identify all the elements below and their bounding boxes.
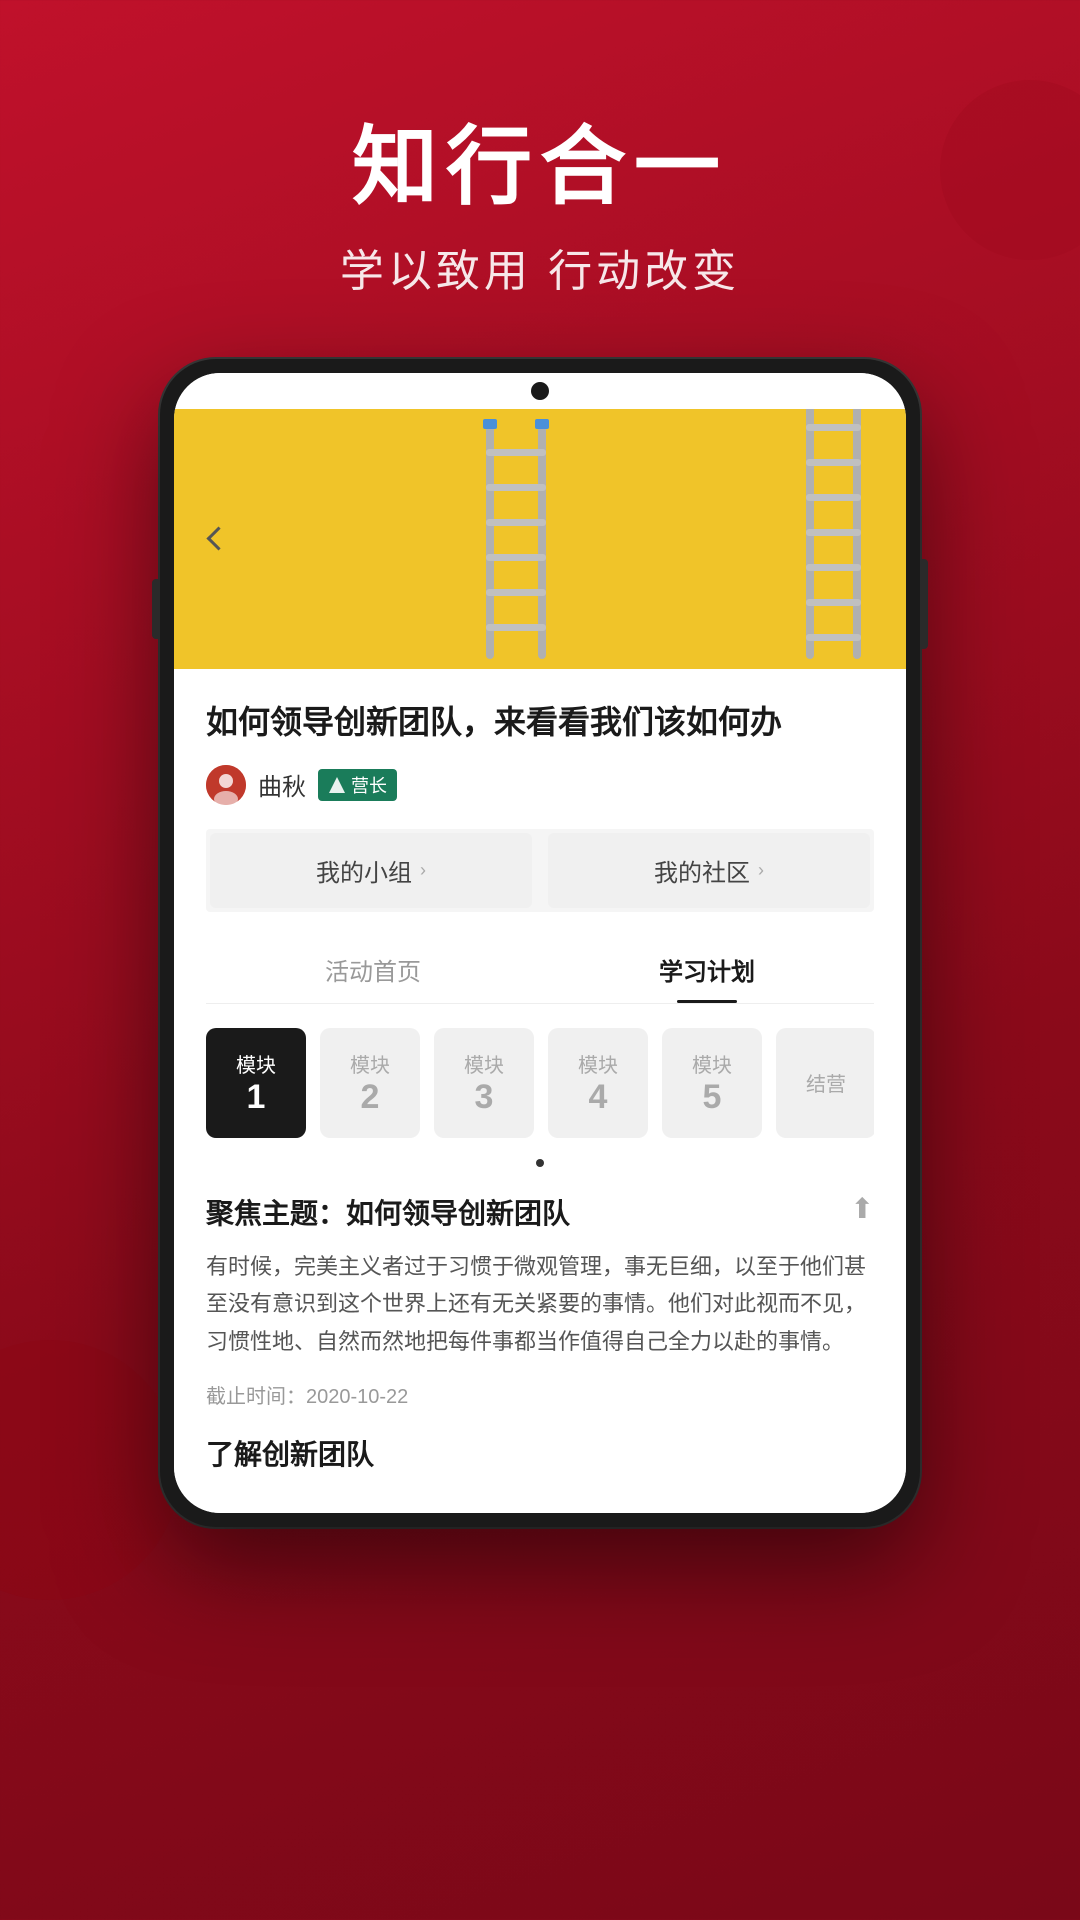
phone-wrapper: 如何领导创新团队，来看看我们该如何办 曲秋	[0, 359, 1080, 1528]
module-num-2: 2	[361, 1078, 380, 1117]
module-card-2[interactable]: 模块 2	[320, 1028, 420, 1138]
tab-study-plan-label: 学习计划	[659, 959, 755, 986]
ladder-right-icon	[801, 409, 866, 659]
ladder-left-icon	[481, 419, 551, 659]
my-group-button[interactable]: 我的小组 ›	[210, 833, 532, 908]
module-card-1[interactable]: 模块 1	[206, 1028, 306, 1138]
section-header: 聚焦主题：如何领导创新团队 ⬆	[206, 1192, 874, 1232]
avatar-icon	[206, 765, 246, 805]
tab-activity-home[interactable]: 活动首页	[206, 936, 540, 1003]
modules-scroll[interactable]: 模块 1 模块 2 模块 3 模块 4	[206, 1028, 874, 1154]
section-body: 有时候，完美主义者过于习惯于微观管理，事无巨细，以至于他们甚至没有意识到这个世界…	[206, 1248, 874, 1360]
section-title: 聚焦主题：如何领导创新团队	[206, 1192, 570, 1232]
author-row: 曲秋 营长	[206, 765, 874, 805]
section-content: 聚焦主题：如何领导创新团队 ⬆ 有时候，完美主义者过于习惯于微观管理，事无巨细，…	[206, 1192, 874, 1493]
module-label-1: 模块	[236, 1049, 276, 1078]
module-num-4: 4	[589, 1078, 608, 1117]
module-num-1: 1	[247, 1078, 266, 1117]
article-title: 如何领导创新团队，来看看我们该如何办	[206, 699, 874, 745]
author-name: 曲秋	[258, 767, 306, 802]
module-num-3: 3	[475, 1078, 494, 1117]
module-card-5[interactable]: 模块 5	[662, 1028, 762, 1138]
community-chevron-icon: ›	[758, 860, 764, 881]
module-card-4[interactable]: 模块 4	[548, 1028, 648, 1138]
punch-hole	[531, 382, 549, 400]
tab-activity-home-label: 活动首页	[325, 959, 421, 986]
back-chevron-icon	[206, 527, 230, 551]
avatar	[206, 765, 246, 805]
phone-screen: 如何领导创新团队，来看看我们该如何办 曲秋	[174, 373, 906, 1514]
module-card-end[interactable]: 结营	[776, 1028, 874, 1138]
module-label-4: 模块	[578, 1049, 618, 1078]
article-hero-image	[174, 409, 906, 669]
module-label-end: 结营	[806, 1068, 846, 1097]
deadline: 截止时间：2020-10-22	[206, 1380, 874, 1409]
article-content: 如何领导创新团队，来看看我们该如何办 曲秋	[174, 669, 906, 1514]
my-community-label: 我的社区	[654, 853, 750, 888]
my-group-label: 我的小组	[316, 853, 412, 888]
module-label-2: 模块	[350, 1049, 390, 1078]
tabs-row: 活动首页 学习计划	[206, 936, 874, 1004]
hero-section: 知行合一 学以致用 行动改变	[0, 0, 1080, 359]
author-badge: 营长	[318, 769, 397, 801]
module-label-3: 模块	[464, 1049, 504, 1078]
active-dot	[536, 1159, 544, 1167]
my-community-button[interactable]: 我的社区 ›	[548, 833, 870, 908]
section-title-2: 了解创新团队	[206, 1433, 874, 1473]
module-num-5: 5	[703, 1078, 722, 1117]
badge-icon	[328, 776, 346, 794]
phone-frame: 如何领导创新团队，来看看我们该如何办 曲秋	[160, 359, 920, 1528]
group-chevron-icon: ›	[420, 860, 426, 881]
status-bar	[174, 373, 906, 409]
module-label-5: 模块	[692, 1049, 732, 1078]
dot-indicator	[206, 1154, 874, 1172]
hero-subtitle: 学以致用 行动改变	[0, 235, 1080, 299]
action-buttons-row: 我的小组 › 我的社区 ›	[206, 829, 874, 912]
share-icon[interactable]: ⬆	[851, 1192, 874, 1225]
tab-study-plan[interactable]: 学习计划	[540, 936, 874, 1003]
back-button[interactable]	[198, 519, 238, 559]
module-card-3[interactable]: 模块 3	[434, 1028, 534, 1138]
hero-title: 知行合一	[0, 120, 1080, 215]
